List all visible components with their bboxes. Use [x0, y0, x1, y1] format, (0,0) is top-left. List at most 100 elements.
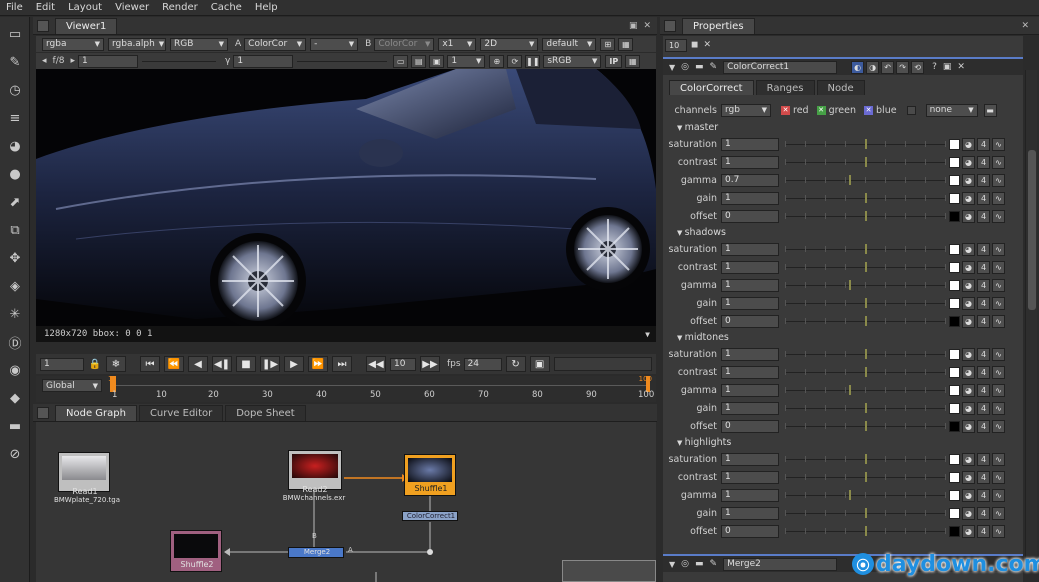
tab-curve-editor[interactable]: Curve Editor [138, 405, 224, 421]
fstop-value[interactable]: f/8 [53, 56, 65, 66]
last-frame-icon[interactable]: ⏭ [332, 356, 352, 372]
param-slider[interactable] [785, 452, 946, 466]
draw-icon[interactable]: ✎ [6, 53, 24, 71]
color-wheel-icon[interactable]: ◕ [962, 242, 975, 256]
collapse-icon[interactable]: ▼ [677, 334, 685, 342]
param-value-field[interactable]: 1 [721, 242, 779, 256]
fps-field[interactable]: 24 [463, 357, 502, 371]
tile-color-icon[interactable]: ◐ [851, 60, 865, 74]
extra-channel-select[interactable]: none ▼ [925, 103, 978, 117]
param-value-field[interactable]: 1 [721, 470, 779, 484]
channels-select[interactable]: rgb ▼ [721, 103, 771, 117]
viewer-canvas[interactable] [36, 69, 656, 326]
mask-icon[interactable]: ▬ [695, 559, 704, 569]
param-value-field[interactable]: 1 [721, 191, 779, 205]
clipping-icon[interactable]: ▭ [393, 54, 409, 68]
render-icon[interactable]: ⟳ [507, 54, 523, 68]
current-frame-field[interactable]: 1 [40, 357, 84, 371]
close-node-icon[interactable]: ✕ [957, 62, 965, 72]
param-slider[interactable] [785, 260, 946, 274]
color-wheel-icon[interactable]: ◕ [962, 173, 975, 187]
animation-curve-icon[interactable]: ∿ [992, 488, 1005, 502]
channel-options-icon[interactable]: ▬ [983, 103, 997, 117]
help-icon[interactable]: ? [932, 62, 937, 72]
color-wheel-icon[interactable]: ◕ [962, 347, 975, 361]
color-node-icon[interactable]: ✎ [710, 62, 718, 72]
channel-count-button[interactable]: 4 [977, 191, 990, 205]
param-value-field[interactable]: 1 [721, 401, 779, 415]
gain-slider[interactable] [142, 60, 216, 62]
param-value-field[interactable]: 1 [721, 347, 779, 361]
color-swatch[interactable] [949, 420, 960, 432]
param-value-field[interactable]: 1 [721, 383, 779, 397]
color-wheel-icon[interactable]: ◕ [962, 155, 975, 169]
node-merge[interactable]: Merge2 [288, 547, 344, 558]
slider-handle[interactable] [865, 454, 867, 464]
channels-dropdown[interactable]: rgba ▼ [42, 37, 104, 51]
zebra-icon[interactable]: ▤ [411, 54, 427, 68]
clear-panels-icon[interactable]: ✕ [703, 40, 711, 50]
channel-count-button[interactable]: 4 [977, 401, 990, 415]
channel-count-button[interactable]: 4 [977, 506, 990, 520]
slider-handle[interactable] [865, 262, 867, 272]
animation-curve-icon[interactable]: ∿ [992, 452, 1005, 466]
image-icon[interactable]: ▭ [6, 25, 24, 43]
section-2-header[interactable]: ▼ midtones [677, 332, 729, 343]
channel-count-button[interactable]: 4 [977, 365, 990, 379]
animation-curve-icon[interactable]: ∿ [992, 296, 1005, 310]
color-swatch[interactable] [949, 384, 960, 396]
slider-handle[interactable] [849, 385, 851, 395]
node-graph-canvas[interactable]: Read1 BMWplate_720.tga Read2 BMWchannels… [36, 422, 656, 582]
lut-dropdown[interactable]: default ▼ [542, 37, 597, 51]
next-keyframe-icon[interactable]: ⏩ [308, 356, 328, 372]
color-wheel-icon[interactable]: ◕ [962, 191, 975, 205]
slider-handle[interactable] [865, 244, 867, 254]
param-slider[interactable] [785, 173, 946, 187]
transform-icon[interactable]: ✥ [6, 249, 24, 267]
roi-icon[interactable]: ⊞ [600, 37, 616, 51]
compare-op-dropdown[interactable]: - ▼ [310, 37, 359, 51]
color-swatch[interactable] [949, 174, 960, 186]
blue-checkbox[interactable]: ✕ [864, 105, 874, 115]
param-slider[interactable] [785, 137, 946, 151]
param-slider[interactable] [785, 419, 946, 433]
info-menu-icon[interactable]: ▼ [645, 330, 650, 339]
pane-corner-icon[interactable] [664, 20, 676, 32]
param-slider[interactable] [785, 488, 946, 502]
stop-icon[interactable]: ■ [236, 356, 256, 372]
range-mode-dropdown[interactable]: Global ▼ [42, 379, 102, 392]
param-value-field[interactable]: 0 [721, 419, 779, 433]
animation-curve-icon[interactable]: ∿ [992, 401, 1005, 415]
collapse-icon[interactable]: ▼ [669, 63, 675, 72]
alpha-dropdown[interactable]: rgba.alph ▼ [108, 37, 166, 51]
menu-cache[interactable]: Cache [211, 2, 242, 13]
animation-curve-icon[interactable]: ∿ [992, 470, 1005, 484]
param-slider[interactable] [785, 155, 946, 169]
param-value-field[interactable]: 1 [721, 155, 779, 169]
slider-handle[interactable] [865, 526, 867, 536]
node-help-icon[interactable]: ◎ [681, 62, 689, 72]
param-value-field[interactable]: 1 [721, 278, 779, 292]
skip-forward-icon[interactable]: ▶▶ [420, 356, 440, 372]
roi-toggle-icon[interactable]: ⊕ [489, 54, 505, 68]
gain-field[interactable]: 1 [78, 54, 138, 68]
slider-handle[interactable] [849, 175, 851, 185]
param-slider[interactable] [785, 191, 946, 205]
color-wheel-icon[interactable]: ◕ [962, 314, 975, 328]
next-fstop-icon[interactable]: ▸ [70, 56, 75, 66]
particles-icon[interactable]: ✳ [6, 305, 24, 323]
3d-icon[interactable]: ◈ [6, 277, 24, 295]
prev-frame-icon[interactable]: ◀ [188, 356, 208, 372]
pane-corner-icon[interactable] [37, 20, 49, 32]
color-wheel-icon[interactable]: ◕ [962, 296, 975, 310]
color-wheel-icon[interactable]: ◕ [962, 383, 975, 397]
param-value-field[interactable]: 1 [721, 365, 779, 379]
param-slider[interactable] [785, 347, 946, 361]
slider-handle[interactable] [865, 139, 867, 149]
slider-handle[interactable] [865, 157, 867, 167]
color-swatch[interactable] [949, 192, 960, 204]
channel-count-button[interactable]: 4 [977, 470, 990, 484]
slider-handle[interactable] [865, 472, 867, 482]
channel-count-button[interactable]: 4 [977, 314, 990, 328]
color-wheel-icon[interactable]: ◕ [962, 401, 975, 415]
